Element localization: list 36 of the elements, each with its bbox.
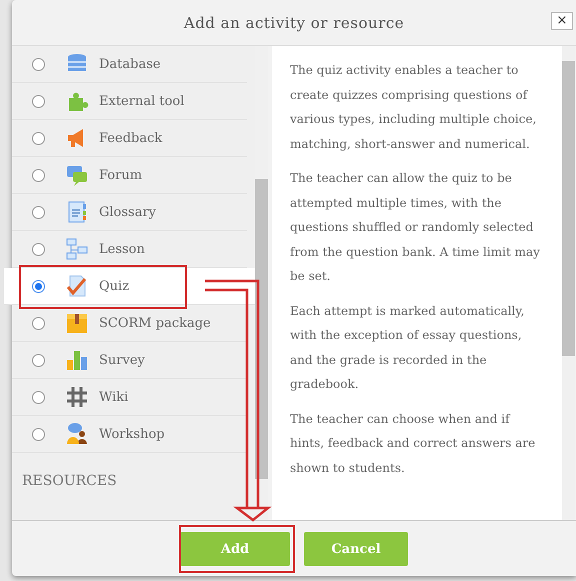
section-heading: RESOURCES xyxy=(21,472,118,489)
description-paragraph: The teacher can choose when and if hints, feedback and correct answers are shown to students. xyxy=(290,410,536,476)
radio-button[interactable] xyxy=(32,316,45,330)
activity-name[interactable]: Glossary xyxy=(99,204,156,220)
description-paragraph: Each attempt is marked automatically, with the exception of essay questions, and the grade is recorded in the gradebook. xyxy=(290,302,526,393)
radio-button[interactable] xyxy=(32,242,45,256)
radio-button[interactable] xyxy=(32,168,45,182)
bar-chart-icon xyxy=(65,348,89,372)
radio-button[interactable] xyxy=(32,280,45,292)
dialog-title: Add an activity or resource xyxy=(184,14,404,32)
activity-name[interactable]: Database xyxy=(99,56,161,72)
checkmark-document-icon xyxy=(65,274,89,298)
radio-button[interactable] xyxy=(32,132,45,144)
activity-name[interactable]: SCORM package xyxy=(99,316,211,330)
activity-name[interactable]: Lesson xyxy=(99,242,145,256)
radio-button[interactable] xyxy=(32,94,45,108)
activity-name[interactable]: Wiki xyxy=(99,390,128,404)
flowchart-icon xyxy=(65,237,89,261)
activity-name[interactable]: Quiz xyxy=(99,278,130,294)
description-paragraph: The teacher can allow the quiz to be attempted multiple times, with the questions shuffled or randomly selected from the question bank. A time limit may be set. xyxy=(290,170,540,285)
chat-bubbles-icon xyxy=(65,163,89,187)
grid-symbol-icon xyxy=(65,385,89,409)
radio-button[interactable] xyxy=(32,206,45,218)
description-paragraph: The quiz activity enables a teacher to create quizzes comprising questions of various types, including multiple choice, matching, short-answer and numerical. xyxy=(290,62,538,153)
radio-button[interactable] xyxy=(32,354,45,366)
people-icon xyxy=(65,422,89,446)
activity-name[interactable]: Feedback xyxy=(99,130,162,146)
radio-button[interactable] xyxy=(32,58,45,70)
package-icon xyxy=(65,311,89,335)
radio-button[interactable] xyxy=(32,428,45,440)
activity-name[interactable]: External tool xyxy=(99,94,184,108)
activity-name[interactable]: Survey xyxy=(99,352,145,368)
activity-name[interactable]: Workshop xyxy=(99,426,165,442)
activity-name[interactable]: Forum xyxy=(99,168,142,182)
radio-button[interactable] xyxy=(32,390,45,404)
close-button[interactable]: × xyxy=(551,12,573,30)
